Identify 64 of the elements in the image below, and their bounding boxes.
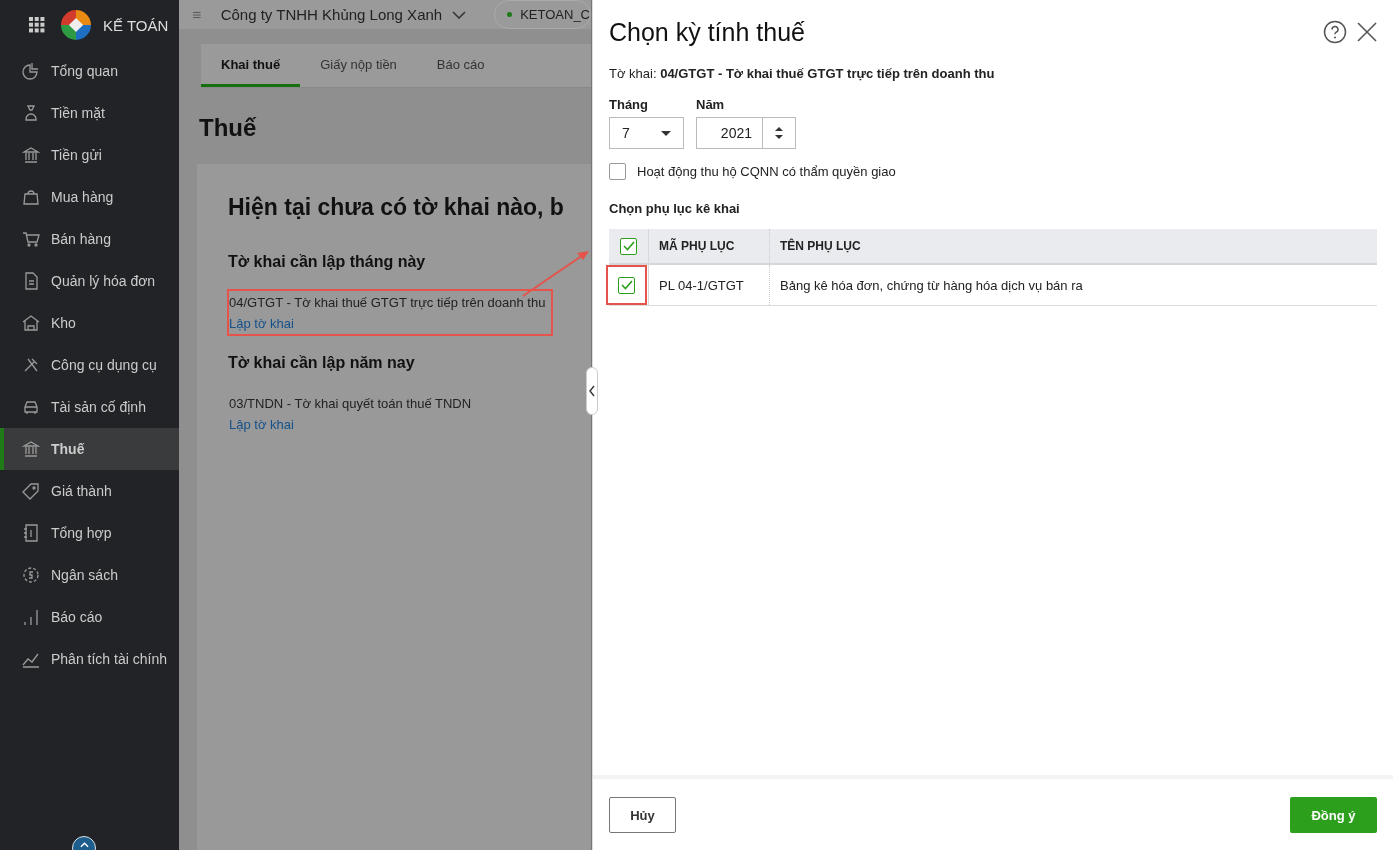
caret-icon [661, 130, 671, 136]
sidebar-item[interactable]: Công cụ dụng cụ [0, 344, 179, 386]
checkbox[interactable] [609, 163, 626, 180]
sidebar-item[interactable]: Bán hàng [0, 218, 179, 260]
sidebar-item[interactable]: Ngân sách [0, 554, 179, 596]
cart-icon [22, 230, 40, 248]
spinner-arrows-icon[interactable] [774, 126, 784, 140]
help-icon[interactable] [1323, 20, 1347, 44]
column-header: MÃ PHỤ LỤC [649, 229, 770, 263]
sidebar-item[interactable]: Tiền mặt [0, 92, 179, 134]
field-label: Tháng [609, 97, 649, 112]
sidebar-item[interactable]: Tài sản cố định [0, 386, 179, 428]
sidebar-item[interactable]: Báo cáo [0, 596, 179, 638]
warehouse-icon [22, 314, 40, 332]
dollar-circle-icon [22, 566, 40, 584]
logo-icon [61, 10, 91, 40]
column-header: TÊN PHỤ LỤC [779, 237, 862, 255]
close-icon[interactable] [1357, 22, 1377, 42]
form-info: Tờ khai: 04/GTGT - Tờ khai thuế GTGT trực tiếp trên doanh thu [609, 66, 996, 81]
tools-icon [22, 356, 40, 374]
sidebar-item[interactable]: Phân tích tài chính [0, 638, 179, 680]
page-title: Thuế [199, 114, 258, 142]
section-title: Tờ khai cần lập tháng này [228, 253, 427, 271]
shopping-bag-icon [22, 188, 40, 206]
bar-chart-icon [22, 608, 40, 626]
section-title: Tờ khai cần lập năm nay [228, 354, 416, 372]
sidebar-item[interactable]: Quản lý hóa đơn [0, 260, 179, 302]
form-name: 03/TNDN - Tờ khai quyết toán thuế TNDN [229, 396, 472, 411]
cancel-button[interactable]: Hủy [609, 797, 676, 833]
sidebar-item[interactable]: Mua hàng [0, 176, 179, 218]
sidebar-item[interactable]: Tổng quan [0, 50, 179, 92]
company-selector[interactable]: Công ty TNHH Khủng Long Xanh [220, 6, 467, 23]
month-dropdown[interactable]: 7 [609, 117, 684, 149]
sidebar-item[interactable]: Kho [0, 302, 179, 344]
sidebar-item[interactable]: Tiền gửi [0, 134, 179, 176]
tab[interactable]: Báo cáo [416, 44, 505, 87]
table-cell: PL 04-1/GTGT [649, 265, 770, 305]
sidebar-item[interactable]: Tổng hợp [0, 512, 179, 554]
logo-text: KẾ TOÁN [103, 16, 169, 34]
document-icon [22, 272, 40, 290]
chart-pie-icon [22, 62, 40, 80]
notebook-icon [22, 524, 40, 542]
chevron-down-icon [452, 10, 467, 19]
empty-state-heading: Hiện tại chưa có tờ khai nào, b [228, 194, 565, 221]
tab[interactable]: Khai thuế [201, 44, 301, 87]
row-checkbox[interactable] [618, 276, 635, 294]
car-icon [22, 398, 40, 416]
bank-icon [22, 440, 40, 458]
checkbox-label: Hoạt động thu hộ CQNN có thẩm quyền giao [637, 164, 896, 179]
tag-icon [22, 482, 40, 500]
select-all-checkbox[interactable] [620, 237, 637, 255]
tab[interactable]: Giấy nộp tiền [300, 44, 417, 87]
form-name: 04/GTGT - Tờ khai thuế GTGT trực tiếp trên doanh thu [229, 295, 546, 310]
collapse-handle[interactable] [586, 367, 598, 415]
table-cell-text: Bảng kê hóa đơn, chứng từ hàng hóa dịch vụ bán ra [779, 276, 1084, 295]
sidebar-item[interactable]: Thuế [0, 428, 179, 470]
sidebar-item[interactable]: Giá thành [0, 470, 179, 512]
field-label: Năm [696, 97, 726, 112]
chevron-up-icon [79, 842, 89, 848]
app-grid-icon[interactable] [29, 17, 45, 33]
section-title: Chọn phụ lục kê khai [609, 201, 741, 216]
dialog-title: Chọn kỳ tính thuế [609, 17, 806, 47]
bank-icon [22, 146, 40, 164]
year-spinner[interactable]: 2021 [696, 117, 796, 149]
